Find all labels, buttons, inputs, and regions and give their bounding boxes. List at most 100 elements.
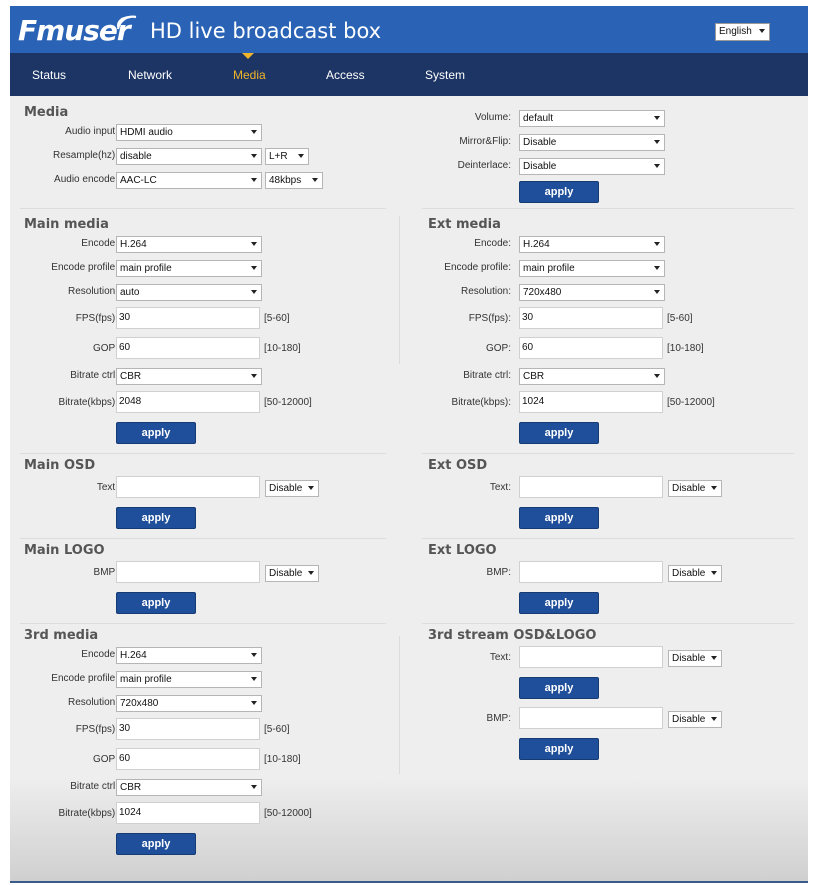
channel-select[interactable]: L+R <box>265 148 309 165</box>
audio-input-label: Audio input: <box>65 126 118 137</box>
main-logo-state-select[interactable]: Disable <box>265 565 319 582</box>
third-bitrate-ctrl-value: CBR <box>120 782 142 793</box>
third-profile-value: main profile <box>120 674 172 685</box>
main-nav: Status Network Media Access System <box>10 53 808 96</box>
third-fps-range: [5-60] <box>264 724 290 735</box>
ext-resolution-label: Resolution: <box>460 286 511 297</box>
main-osd-section-title: Main OSD <box>24 458 96 473</box>
ext-logo-apply-button[interactable]: apply <box>519 592 599 614</box>
audio-input-value: HDMI audio <box>120 127 173 138</box>
main-logo-bmp-label: BMP: <box>93 567 118 578</box>
main-bitrate-input[interactable]: 2048 <box>116 391 260 413</box>
chevron-down-icon <box>298 154 304 158</box>
audio-encode-label: Audio encode: <box>54 174 118 185</box>
tab-status[interactable]: Status <box>32 68 66 82</box>
main-osd-apply-button[interactable]: apply <box>116 507 196 529</box>
ext-resolution-value: 720x480 <box>523 287 562 298</box>
deinterlace-select[interactable]: Disable <box>519 158 665 175</box>
ext-logo-section-title: Ext LOGO <box>428 543 497 558</box>
ext-bitrate-input[interactable]: 1024 <box>519 391 663 413</box>
third-logo-bmp-input[interactable] <box>519 707 663 729</box>
main-osd-text-input[interactable] <box>116 476 260 498</box>
main-osd-state-select[interactable]: Disable <box>265 480 319 497</box>
audio-encode-value: AAC-LC <box>120 175 157 186</box>
ext-osd-text-input[interactable] <box>519 476 663 498</box>
third-profile-select[interactable]: main profile <box>116 671 262 688</box>
third-encode-value: H.264 <box>120 650 147 661</box>
divider <box>20 453 386 454</box>
tab-media[interactable]: Media <box>233 68 266 82</box>
ext-profile-select[interactable]: main profile <box>519 260 665 277</box>
chevron-down-icon <box>654 374 660 378</box>
chevron-down-icon <box>654 116 660 120</box>
audio-bitrate-value: 48kbps <box>269 175 302 186</box>
ext-resolution-select[interactable]: 720x480 <box>519 284 665 301</box>
third-profile-label: Encode profile: <box>51 673 118 684</box>
ext-osd-section-title: Ext OSD <box>428 458 488 473</box>
audio-input-select[interactable]: HDMI audio <box>116 124 262 141</box>
audio-bitrate-select[interactable]: 48kbps <box>265 172 323 189</box>
third-osd-state-select[interactable]: Disable <box>668 650 722 667</box>
ext-encode-select[interactable]: H.264 <box>519 236 665 253</box>
main-logo-bmp-input[interactable] <box>116 561 260 583</box>
divider <box>399 216 400 364</box>
tab-network[interactable]: Network <box>128 68 172 82</box>
divider <box>422 208 794 209</box>
main-media-section-title: Main media <box>24 217 109 232</box>
ext-fps-input[interactable]: 30 <box>519 307 663 329</box>
third-osd-text-input[interactable] <box>519 646 663 668</box>
divider <box>20 623 386 624</box>
ext-osd-state-select[interactable]: Disable <box>668 480 722 497</box>
third-media-apply-button[interactable]: apply <box>116 833 196 855</box>
ext-media-apply-button[interactable]: apply <box>519 422 599 444</box>
third-logo-state-value: Disable <box>672 714 706 725</box>
chevron-down-icon <box>654 242 660 246</box>
ext-logo-state-select[interactable]: Disable <box>668 565 722 582</box>
main-profile-select[interactable]: main profile <box>116 260 262 277</box>
third-bitrate-ctrl-select[interactable]: CBR <box>116 779 262 796</box>
mirror-flip-select[interactable]: Disable <box>519 134 665 151</box>
volume-select[interactable]: default <box>519 110 665 127</box>
third-gop-input[interactable]: 60 <box>116 748 260 770</box>
logo-text: Fmuser <box>18 14 131 47</box>
main-media-apply-button[interactable]: apply <box>116 422 196 444</box>
ext-osd-apply-button[interactable]: apply <box>519 507 599 529</box>
deinterlace-label: Deinterlace: <box>457 160 511 171</box>
main-encode-select[interactable]: H.264 <box>116 236 262 253</box>
chevron-down-icon <box>654 140 660 144</box>
third-fps-input[interactable]: 30 <box>116 718 260 740</box>
ext-bitrate-ctrl-select[interactable]: CBR <box>519 368 665 385</box>
language-select[interactable]: English <box>715 23 770 41</box>
main-logo-apply-button[interactable]: apply <box>116 592 196 614</box>
third-bitrate-input[interactable]: 1024 <box>116 802 260 824</box>
ext-fps-label: FPS(fps): <box>468 313 511 324</box>
app-title: HD live broadcast box <box>150 19 382 43</box>
third-bitrate-label: Bitrate(kbps): <box>58 808 118 819</box>
third-osd-apply-button[interactable]: apply <box>519 677 599 699</box>
chevron-down-icon <box>251 374 257 378</box>
main-bitrate-ctrl-select[interactable]: CBR <box>116 368 262 385</box>
third-osd-logo-section-title: 3rd stream OSD&LOGO <box>428 628 597 643</box>
third-encode-select[interactable]: H.264 <box>116 647 262 664</box>
audio-encode-select[interactable]: AAC-LC <box>116 172 262 189</box>
chevron-down-icon <box>251 653 257 657</box>
main-resolution-select[interactable]: auto <box>116 284 262 301</box>
divider <box>422 623 794 624</box>
third-logo-apply-button[interactable]: apply <box>519 738 599 760</box>
media-apply-button[interactable]: apply <box>519 181 599 203</box>
third-logo-state-select[interactable]: Disable <box>668 711 722 728</box>
resample-select[interactable]: disable <box>116 148 262 165</box>
ext-gop-input[interactable]: 60 <box>519 337 663 359</box>
main-fps-input[interactable]: 30 <box>116 307 260 329</box>
main-profile-label: Encode profile: <box>51 262 118 273</box>
third-gop-label: GOP: <box>92 754 118 765</box>
main-gop-input[interactable]: 60 <box>116 337 260 359</box>
tab-access[interactable]: Access <box>326 68 365 82</box>
ext-logo-bmp-input[interactable] <box>519 561 663 583</box>
tab-system[interactable]: System <box>425 68 465 82</box>
chevron-down-icon <box>251 178 257 182</box>
brand-logo: Fmuser <box>18 10 144 50</box>
third-resolution-select[interactable]: 720x480 <box>116 695 262 712</box>
third-encode-label: Encode: <box>81 649 118 660</box>
divider <box>20 538 386 539</box>
